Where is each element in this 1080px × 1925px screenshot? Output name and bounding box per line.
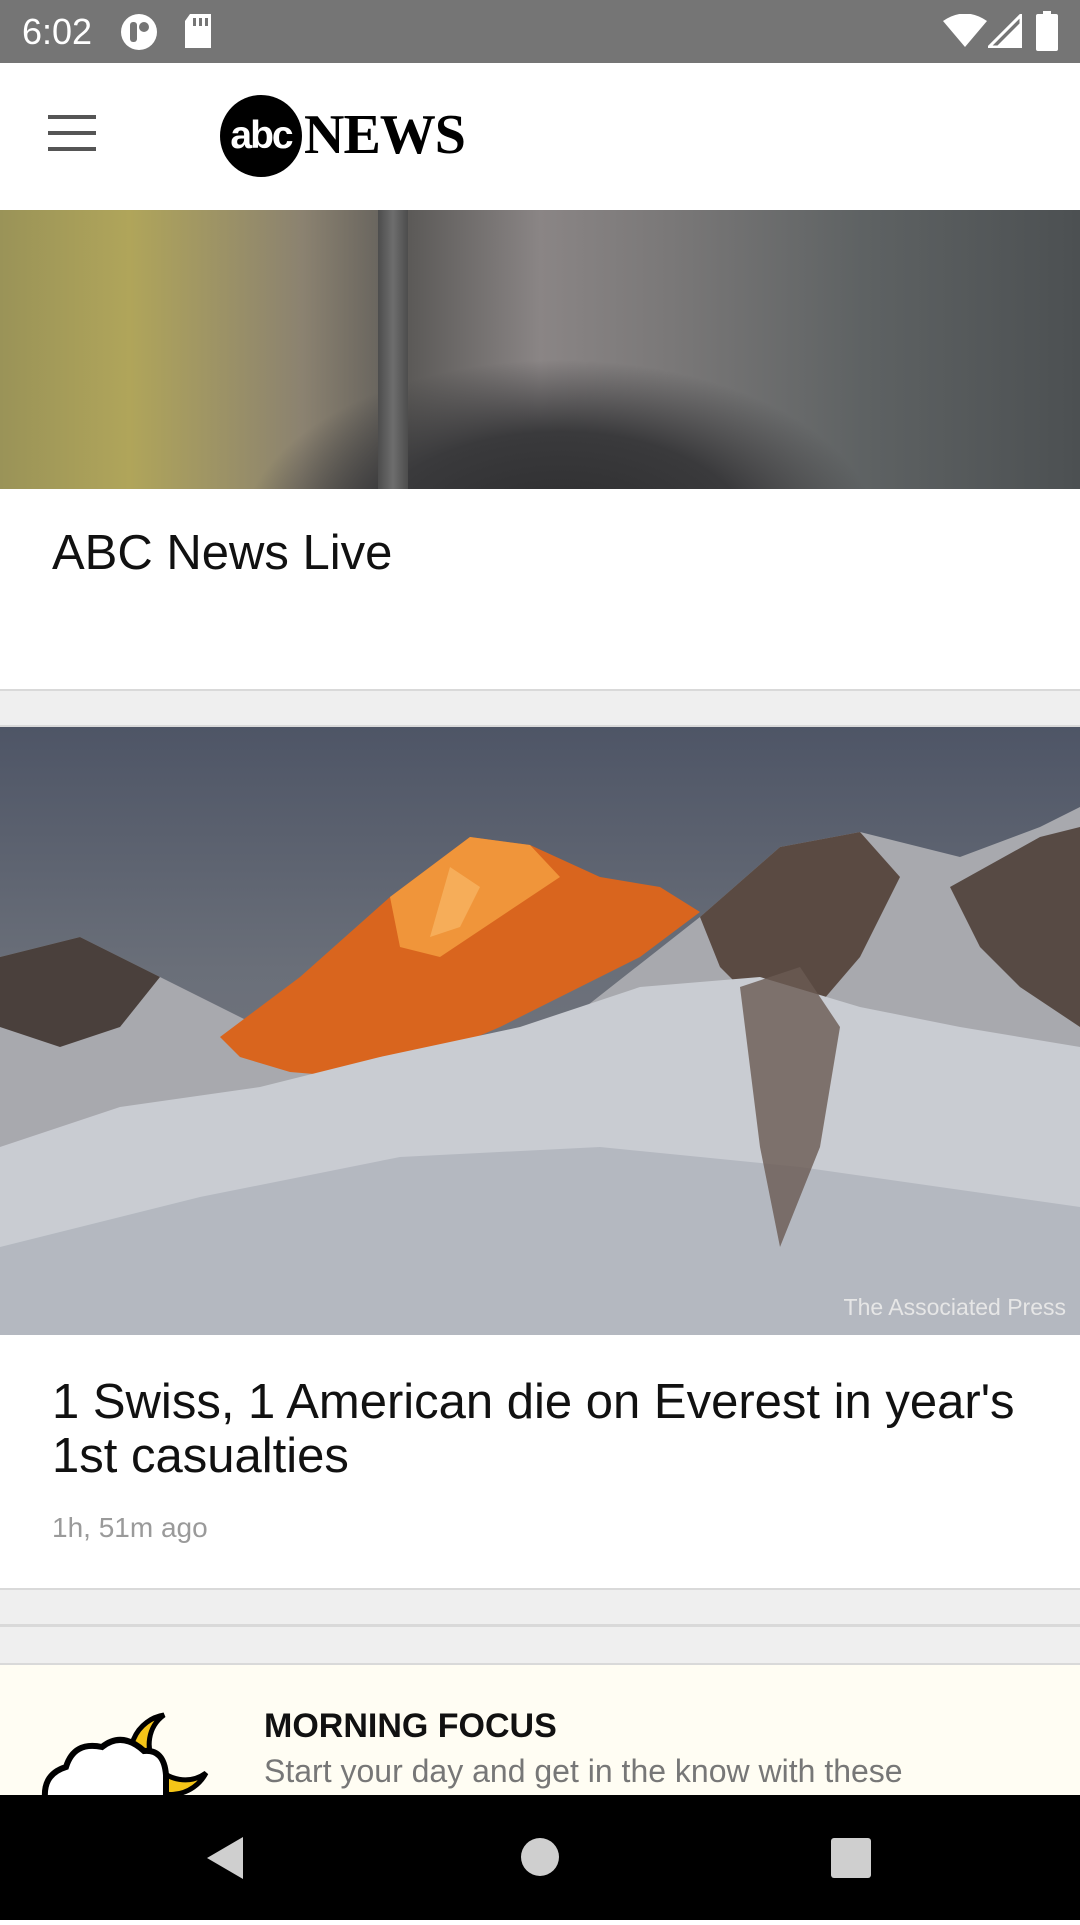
hamburger-line <box>48 131 96 135</box>
card-divider <box>0 1588 1080 1626</box>
back-icon <box>207 1837 243 1879</box>
card-timestamp: 1h, 51m ago <box>52 1512 208 1543</box>
status-time: 6:02 <box>22 11 93 52</box>
story-image[interactable]: The Associated Press <box>0 727 1080 1335</box>
mountain-photo <box>0 807 1080 1335</box>
sd-card-icon <box>185 14 211 48</box>
home-button[interactable] <box>470 1795 610 1920</box>
live-video-thumbnail[interactable] <box>0 210 1080 489</box>
recents-button[interactable] <box>781 1795 921 1920</box>
card-divider <box>0 689 1080 727</box>
navigation-bar <box>0 1795 1080 1920</box>
status-bar: 6:02 <box>0 0 1080 63</box>
card-divider <box>0 1626 1080 1665</box>
card-title[interactable]: 1 Swiss, 1 American die on Everest in ye… <box>52 1375 1052 1483</box>
menu-button[interactable] <box>44 113 100 153</box>
hamburger-line <box>48 147 96 151</box>
app-bar: abc NEWS <box>0 63 1080 211</box>
hamburger-menu-icon <box>48 115 96 119</box>
cloud-moon-icon <box>42 1712 209 1795</box>
abc-logo-circle: abc <box>220 95 302 177</box>
thumbnail-detail <box>378 210 408 489</box>
back-button[interactable] <box>155 1795 295 1920</box>
news-logo-text: NEWS <box>304 104 466 166</box>
morning-focus-text: Start your day and get in the know with … <box>264 1753 903 1789</box>
card-title[interactable]: ABC News Live <box>52 525 392 581</box>
wifi-icon <box>943 14 987 47</box>
vpn-icon <box>121 14 157 50</box>
morning-focus-heading: MORNING FOCUS <box>264 1707 557 1745</box>
photo-credit: The Associated Press <box>843 1294 1066 1320</box>
morning-focus-card[interactable]: MORNING FOCUS Start your day and get in … <box>0 1665 1080 1795</box>
signal-icon <box>988 14 1022 48</box>
battery-icon <box>1036 11 1058 51</box>
home-icon <box>521 1838 559 1876</box>
recents-icon <box>831 1838 871 1878</box>
